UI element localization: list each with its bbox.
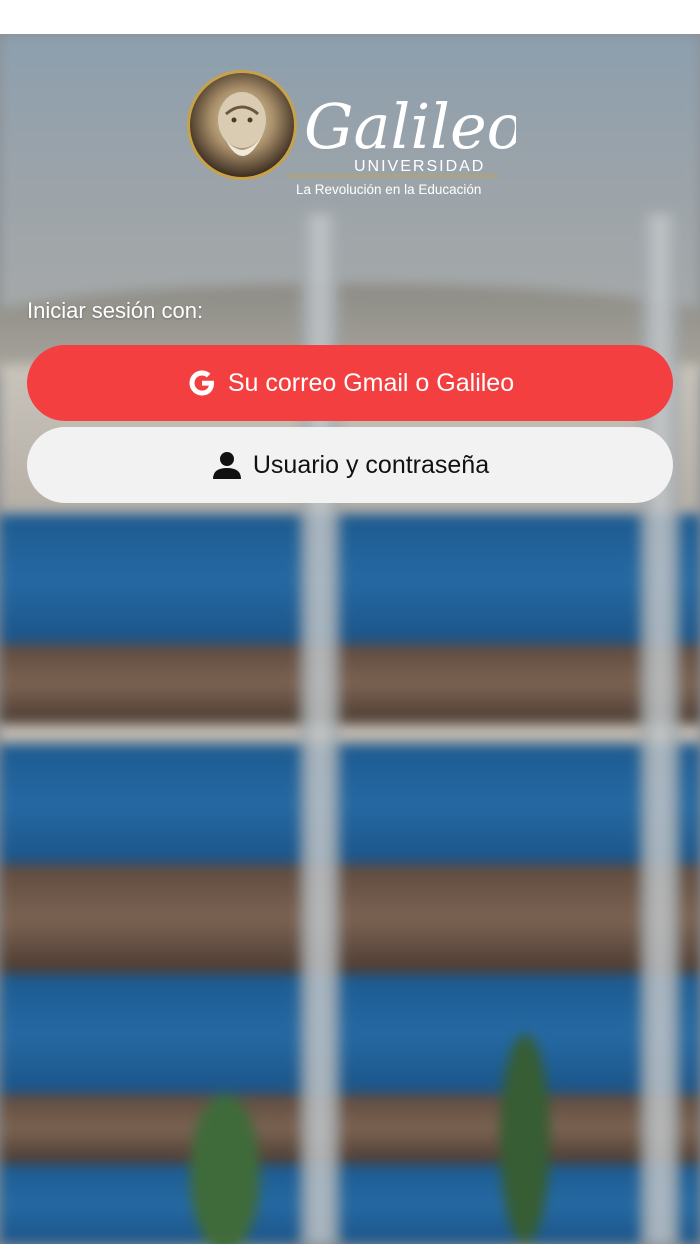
user-login-label: Usuario y contraseña (252, 450, 490, 479)
campus-background-image (0, 34, 700, 1244)
user-password-login-button[interactable]: Usuario y contraseña (27, 427, 673, 503)
login-screen: Galileo UNIVERSIDAD La Revolución en la … (0, 34, 700, 1244)
logo-wordmark: Galileo (304, 90, 516, 163)
google-icon (186, 367, 218, 399)
google-login-button[interactable]: Su correo Gmail o Galileo (27, 345, 673, 421)
galileo-logo: Galileo UNIVERSIDAD La Revolución en la … (187, 70, 516, 197)
user-icon (211, 449, 243, 481)
login-prompt: Iniciar sesión con: (27, 298, 204, 323)
google-login-label: Su correo Gmail o Galileo (227, 368, 515, 397)
logo-tagline: La Revolución en la Educación (296, 182, 481, 197)
logo-subtitle: UNIVERSIDAD (354, 158, 485, 175)
status-bar (0, 0, 700, 34)
